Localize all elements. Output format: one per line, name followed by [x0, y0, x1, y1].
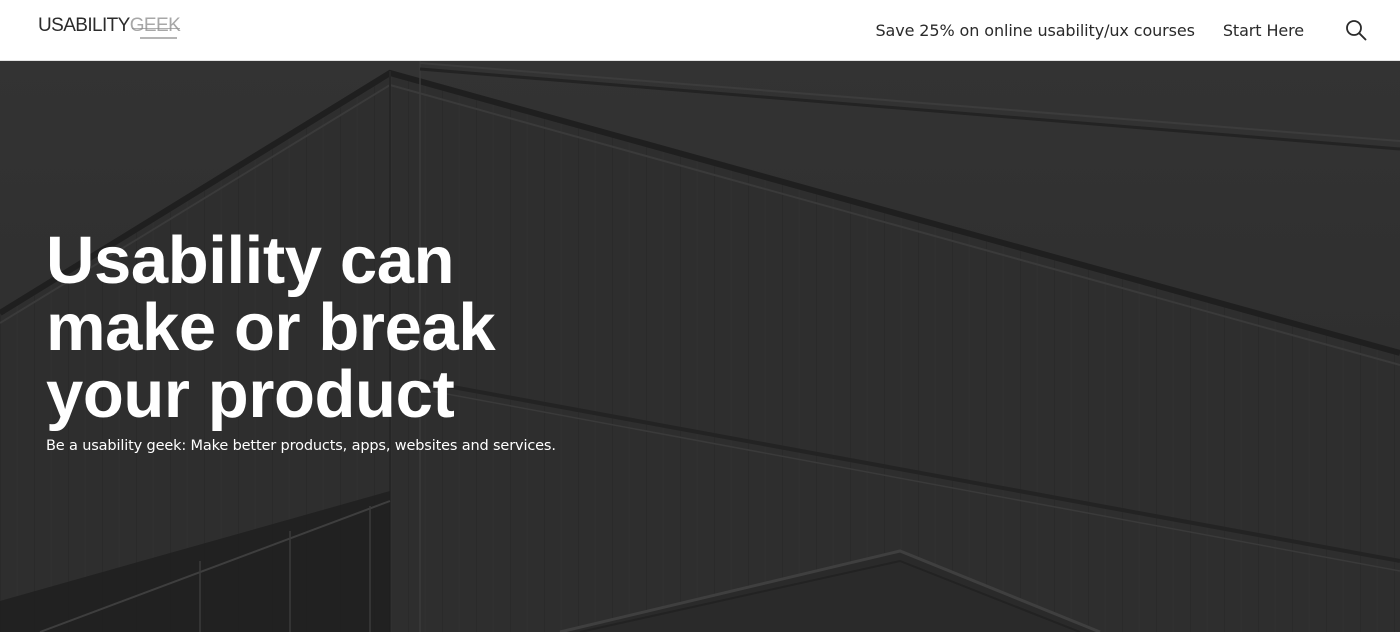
nav-link-courses-promo[interactable]: Save 25% on online usability/ux courses — [875, 21, 1195, 40]
hero-title: Usability can make or break your product — [46, 223, 496, 432]
main-nav: Save 25% on online usability/ux courses … — [875, 0, 1400, 60]
hero-content: Usability can make or break your product… — [46, 227, 746, 454]
hero-subtitle: Be a usability geek: Make better product… — [46, 438, 556, 454]
search-button[interactable] — [1344, 18, 1368, 42]
logo-underline-mark — [139, 37, 178, 39]
logo-text-main: USABILITY — [38, 15, 130, 36]
logo-accent-wrap: GEEK — [129, 15, 181, 39]
site-header: USABILITY GEEK Save 25% on online usabil… — [0, 0, 1400, 61]
nav-link-start-here[interactable]: Start Here — [1223, 21, 1304, 40]
search-icon — [1346, 20, 1367, 41]
hero-section: Usability can make or break your product… — [0, 61, 1400, 632]
logo-strike-mark — [131, 28, 181, 29]
site-logo[interactable]: USABILITY GEEK — [38, 15, 181, 45]
logo-text-accent: GEEK — [129, 15, 181, 36]
